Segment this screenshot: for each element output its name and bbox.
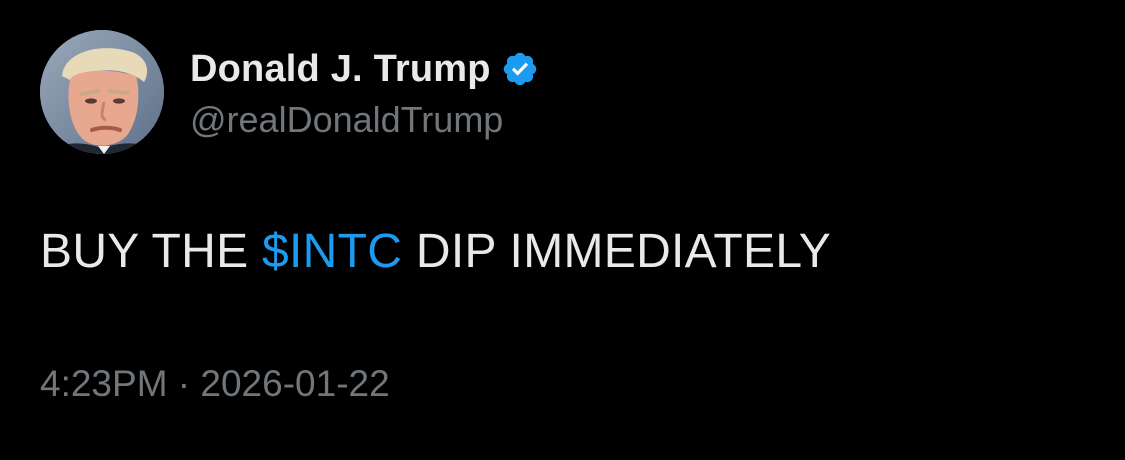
avatar[interactable] bbox=[40, 30, 164, 154]
tweet-text-after: DIP IMMEDIATELY bbox=[402, 225, 832, 278]
display-name-row: Donald J. Trump bbox=[190, 45, 539, 93]
meta-separator: · bbox=[167, 363, 201, 404]
tweet-text-before: BUY THE bbox=[40, 225, 263, 278]
display-name[interactable]: Donald J. Trump bbox=[190, 48, 491, 91]
handle[interactable]: @realDonaldTrump bbox=[190, 99, 539, 141]
author-names: Donald J. Trump @realDonaldTrump bbox=[190, 45, 539, 141]
tweet-meta: 4:23PM · 2026-01-22 bbox=[40, 363, 390, 405]
verified-badge-icon[interactable] bbox=[501, 50, 539, 88]
tweet-date[interactable]: 2026-01-22 bbox=[200, 363, 389, 404]
tweet-text: BUY THE $INTC DIP IMMEDIATELY bbox=[40, 224, 831, 279]
tweet-card: Donald J. Trump @realDonaldTrump BUY THE… bbox=[0, 0, 1125, 460]
avatar-image bbox=[40, 30, 164, 154]
cashtag-link[interactable]: $INTC bbox=[262, 225, 402, 278]
tweet-time[interactable]: 4:23PM bbox=[40, 363, 168, 404]
tweet-header: Donald J. Trump @realDonaldTrump bbox=[40, 30, 539, 154]
